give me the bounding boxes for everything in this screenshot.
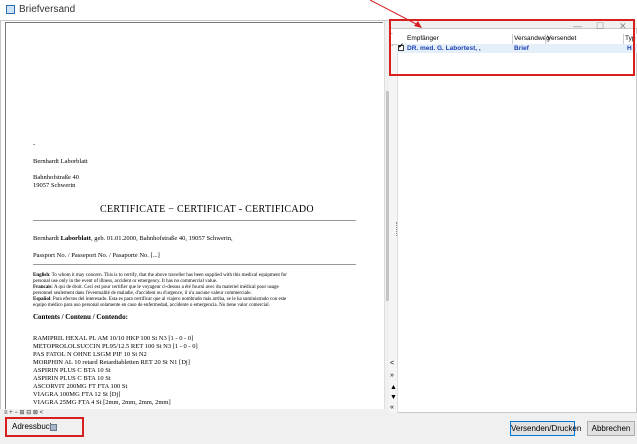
- doc-passport-rule: [33, 264, 356, 265]
- title-bar: [0, 0, 637, 20]
- doc-french-label: Francais: [33, 285, 52, 290]
- cancel-button[interactable]: Abbrechen: [587, 421, 635, 436]
- side-navigation: < » ▲ ▼ «: [389, 360, 397, 413]
- doc-english-text: : To whom it may concern. This is to cer…: [49, 273, 287, 278]
- splitter-grip[interactable]: [396, 222, 399, 236]
- medication-line: VIAGRA 25MG FTA 4 St [2mm, 2mm, 2mm, 2mm…: [33, 399, 171, 406]
- doc-spanish-label: Español: [33, 297, 51, 302]
- highlight-box-adressbuch: [5, 417, 84, 437]
- doc-french-2: personnel seulement dans l'éventualité d…: [33, 291, 252, 296]
- document-page: - Bernhardt Laborblatt Bahnhofstraße 40 …: [5, 22, 383, 411]
- doc-heading: CERTIFICATE − CERTIFICAT - CERTIFICADO: [100, 204, 314, 215]
- doc-french-text: : A qui de droit. Ceci est pour certifie…: [51, 285, 279, 290]
- doc-spanish-2: equipo médico para uso personal solament…: [33, 303, 270, 308]
- side-nav-double-left[interactable]: «: [390, 404, 394, 411]
- recipient-panel: [389, 28, 637, 413]
- app-icon: [6, 5, 15, 14]
- document-toolbar-glyphs[interactable]: ≡ + − ⊞ ⊟ ⊠ <: [4, 409, 43, 416]
- side-nav-down[interactable]: ▼: [390, 394, 397, 401]
- doc-dash: -: [33, 141, 36, 148]
- medication-line: VIAGRA 100MG FTA 12 St [Dj]: [33, 391, 121, 398]
- medication-line: ASCORVIT 200MG FT FTA 100 St: [33, 383, 128, 390]
- doc-recipient-city: 19057 Schwerin: [33, 182, 76, 189]
- medication-line: PAS FATOL N OHNE LSGM PIF 10 St N2: [33, 351, 147, 358]
- doc-contents-heading: Contents / Contenu / Contendo:: [33, 313, 128, 321]
- window-title: Briefversand: [19, 4, 76, 15]
- doc-french: Francais: A qui de droit. Ceci est pour …: [33, 285, 279, 290]
- doc-english-label: English: [33, 273, 50, 278]
- side-nav-collapse[interactable]: <: [390, 360, 394, 367]
- doc-patient-prefix: Bernhardt: [33, 235, 61, 242]
- doc-spanish-text: : Para efectos del interesado. Esta es p…: [50, 297, 287, 302]
- doc-patient-rest: , geb. 01.01.2000, Bahnhofstraße 40, 190…: [90, 235, 233, 242]
- medication-line: ASPIRIN PLUS C BTA 10 St: [33, 367, 111, 374]
- medication-line: METOPROLOLSUCCIN PL95/12.5 RET 100 St N3…: [33, 343, 198, 350]
- doc-patient-bold: Laborblatt: [60, 235, 91, 242]
- send-print-button[interactable]: Versenden/Drucken: [510, 421, 581, 436]
- doc-passport-line: Passport No. / Passeport No. / Pasaporte…: [33, 252, 160, 259]
- highlight-box-recipients: [389, 19, 635, 76]
- doc-recipient-street: Bahnhofstraße 40: [33, 174, 80, 181]
- doc-recipient-name: Bernhardt Laborblatt: [33, 158, 88, 165]
- doc-english: English: To whom it may concern. This is…: [33, 273, 287, 278]
- medication-line: ASPIRIN PLUS C BTA 10 St: [33, 375, 111, 382]
- medication-line: RAMIPRIL HEXAL PL AM 10/10 HKP 100 St N3…: [33, 335, 194, 342]
- doc-patient-line: Bernhardt Laborblatt, geb. 01.01.2000, B…: [33, 235, 233, 242]
- doc-english-2: personal use only in the event of illnes…: [33, 279, 218, 284]
- side-nav-up[interactable]: ▲: [390, 384, 397, 391]
- doc-heading-rule: [33, 220, 356, 221]
- medication-line: MORPHIN AL 10 retard Retardtabletten RET…: [33, 359, 190, 366]
- side-nav-double-right[interactable]: »: [390, 372, 394, 379]
- doc-spanish: Español: Para efectos del interesado. Es…: [33, 297, 286, 302]
